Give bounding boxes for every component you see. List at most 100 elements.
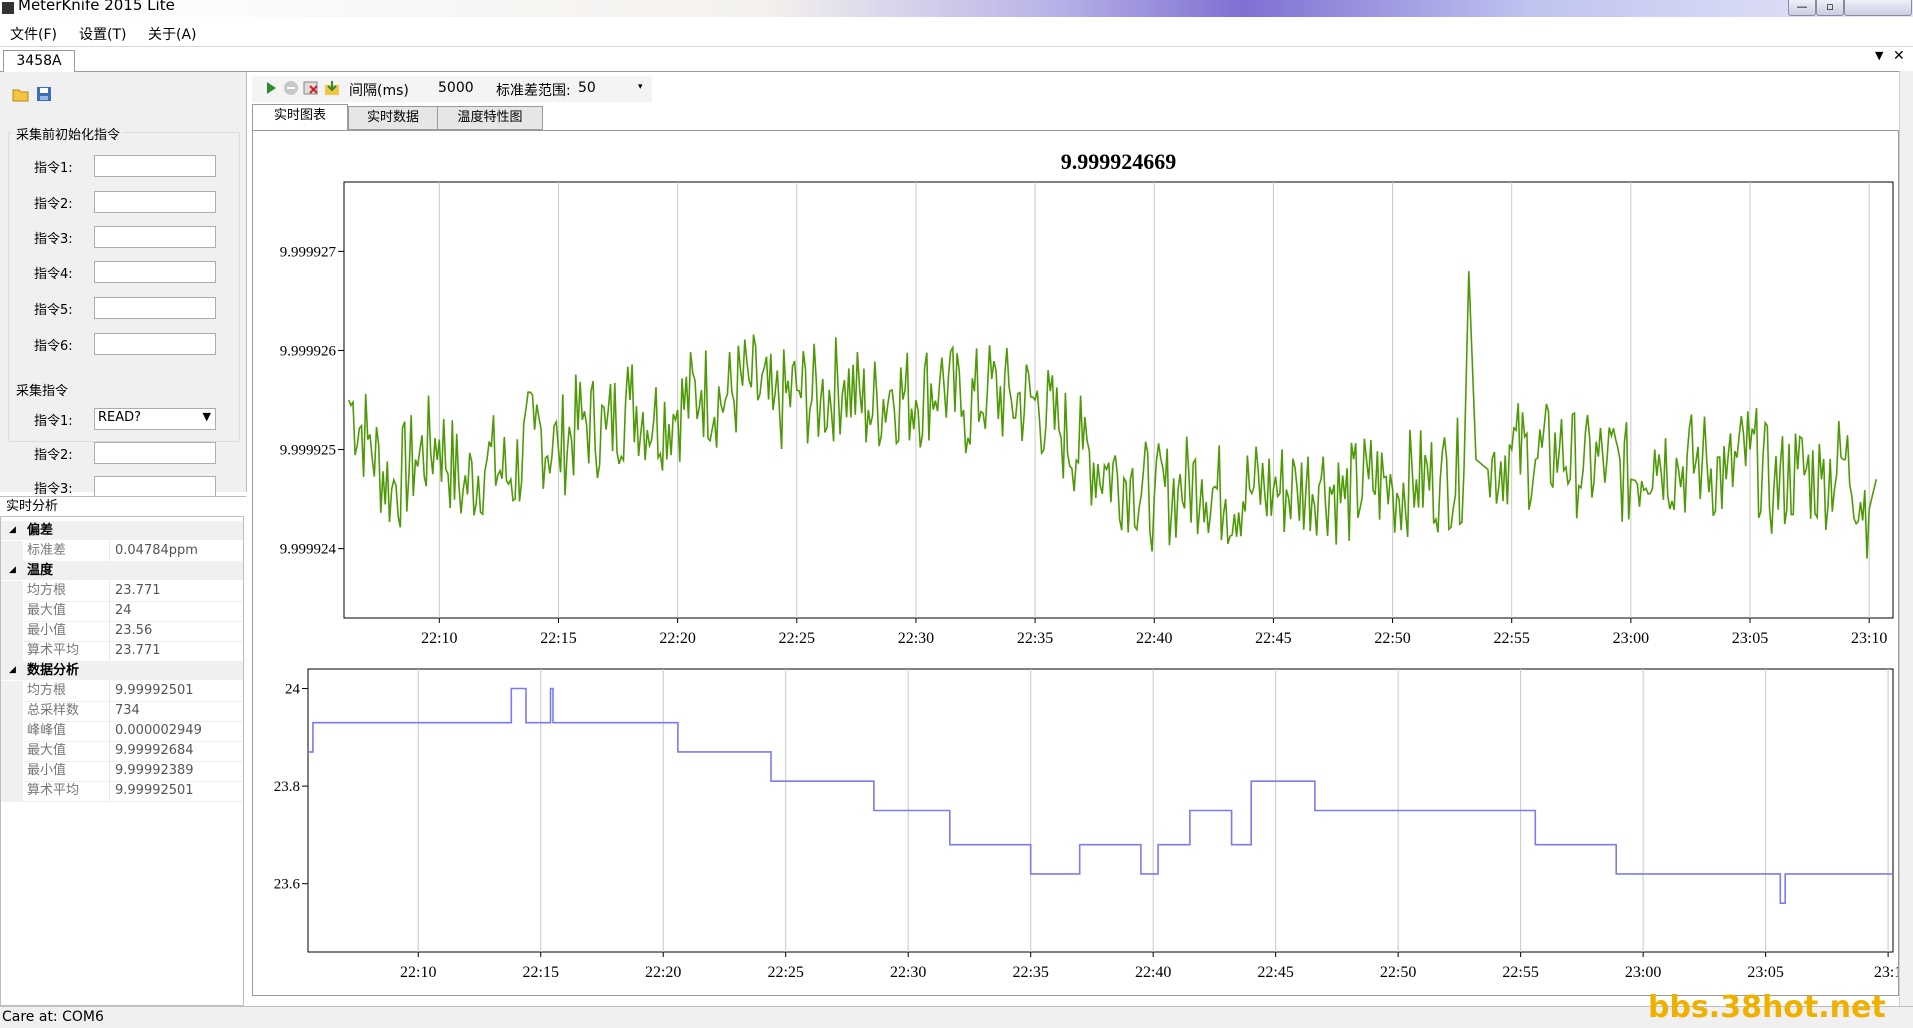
menu-file[interactable]: 文件(F) — [10, 24, 57, 44]
play-icon[interactable] — [263, 80, 279, 96]
column-separator — [109, 601, 110, 621]
save-icon[interactable] — [36, 86, 52, 102]
command-label: 指令3: — [34, 482, 73, 497]
command-label: 指令6: — [34, 339, 73, 354]
x-tick-label: 22:30 — [898, 630, 934, 647]
x-tick-label: 22:10 — [400, 964, 436, 981]
column-separator — [109, 761, 110, 781]
x-tick-label: 22:20 — [645, 964, 681, 981]
command-panel: 采集前初始化指令 采集指令 指令1: 指令2: 指令3: 指令4: 指令5: 指令6: 指令… — [0, 72, 247, 498]
analysis-row: 均方根 9.99992501 — [1, 681, 243, 702]
close-button[interactable] — [1844, 0, 1912, 16]
command-input[interactable] — [94, 155, 216, 177]
analysis-value: 23.771 — [115, 583, 161, 598]
command-input[interactable] — [94, 191, 216, 213]
row-gutter — [1, 681, 23, 701]
analysis-row: 最小值 23.56 — [1, 621, 243, 642]
x-tick-label: 23:00 — [1613, 630, 1649, 647]
plot-frame — [307, 668, 1894, 953]
column-separator — [109, 741, 110, 761]
export-icon[interactable] — [324, 80, 340, 96]
document-tab-3458a[interactable]: 3458A — [3, 50, 75, 72]
command-input[interactable] — [94, 297, 216, 319]
tab-temperature-chart[interactable]: 温度特性图 — [437, 106, 543, 130]
stop-icon[interactable] — [283, 80, 299, 96]
interval-label: 间隔(ms) — [349, 83, 409, 99]
std-range-value: 50 — [578, 80, 596, 96]
std-range-label: 标准差范围: — [496, 83, 571, 99]
status-text: Care at: COM6 — [2, 1009, 104, 1025]
row-gutter — [1, 541, 23, 561]
tab-list-dropdown-icon[interactable]: ▼ — [1875, 49, 1883, 62]
menu-settings[interactable]: 设置(T) — [79, 24, 126, 44]
row-gutter — [1, 641, 23, 661]
x-tick-label: 22:50 — [1380, 964, 1416, 981]
x-tick-label: 22:40 — [1136, 630, 1172, 647]
y-tick-label: 23.8 — [274, 779, 300, 795]
column-separator — [109, 541, 110, 561]
window-title: MeterKnife 2015 Lite — [18, 0, 175, 14]
std-range-select[interactable]: 50 ▾ — [578, 78, 650, 98]
maximize-button[interactable]: ▫ — [1816, 0, 1844, 16]
tab-realtime-chart[interactable]: 实时图表 — [252, 104, 348, 131]
right-scrollbar[interactable] — [1899, 71, 1913, 1006]
analysis-key: 均方根 — [27, 583, 67, 598]
command-input[interactable] — [94, 333, 216, 355]
command-label: 指令3: — [34, 232, 73, 247]
analysis-key: 算术平均 — [27, 643, 80, 658]
tab-realtime-data[interactable]: 实时数据 — [348, 106, 438, 130]
analysis-category-label: 温度 — [27, 563, 54, 578]
open-folder-icon[interactable] — [12, 86, 30, 102]
menu-about[interactable]: 关于(A) — [148, 24, 197, 44]
analysis-category-label: 数据分析 — [27, 663, 80, 678]
x-tick-label: 22:50 — [1374, 630, 1410, 647]
y-tick-label: 24 — [285, 682, 301, 698]
command-input[interactable] — [94, 261, 216, 283]
analysis-key: 最大值 — [27, 603, 67, 618]
analysis-key: 总采样数 — [27, 703, 80, 718]
y-tick-label: 9.999924 — [280, 542, 337, 558]
analysis-category[interactable]: ◢ 偏差 — [1, 521, 243, 540]
y-tick-label: 23.6 — [274, 877, 301, 893]
x-tick-label: 23:1 — [1874, 964, 1898, 981]
analysis-row: 算术平均 23.771 — [1, 641, 243, 662]
analysis-property-grid: ◢ 偏差 标准差 0.04784ppm ◢ 温度 均方根 23.771 最大值 24 最小值 23.5… — [0, 516, 244, 1006]
menu-bar: 文件(F) 设置(T) 关于(A) — [0, 18, 1913, 47]
row-gutter — [1, 761, 23, 781]
collapse-triangle-icon[interactable]: ◢ — [9, 661, 16, 680]
x-tick-label: 22:10 — [421, 630, 457, 647]
collapse-triangle-icon[interactable]: ◢ — [9, 561, 16, 580]
status-bar: Care at: COM6 — [0, 1006, 1913, 1028]
command-label: 指令1: — [34, 161, 73, 176]
column-separator — [109, 641, 110, 661]
analysis-key: 均方根 — [27, 683, 67, 698]
y-tick-label: 9.999925 — [280, 443, 336, 459]
clear-data-icon[interactable] — [303, 80, 319, 96]
command-input[interactable] — [94, 226, 216, 248]
x-tick-label: 22:20 — [659, 630, 695, 647]
analysis-value: 23.56 — [115, 623, 153, 638]
y-tick-label: 9.999926 — [280, 343, 337, 359]
collapse-triangle-icon[interactable]: ◢ — [9, 521, 16, 540]
column-separator — [109, 781, 110, 801]
watermark: bbs.38hot.net — [1648, 990, 1886, 1025]
analysis-value: 0.000002949 — [115, 723, 202, 738]
row-gutter — [1, 741, 23, 761]
command-select[interactable]: READ? ▼ — [94, 408, 216, 430]
command-input[interactable] — [94, 442, 216, 464]
view-tabs: 实时数据 温度特性图 实时图表 — [252, 104, 1912, 131]
minimize-button[interactable]: — — [1788, 0, 1816, 16]
command-input[interactable] — [94, 476, 216, 498]
x-tick-label: 22:25 — [779, 630, 815, 647]
document-tab-strip: 3458A ▼ ✕ — [0, 47, 1913, 72]
analysis-category[interactable]: ◢ 数据分析 — [1, 661, 243, 680]
close-tab-icon[interactable]: ✕ — [1893, 48, 1905, 64]
analysis-row: 总采样数 734 — [1, 701, 243, 722]
x-tick-label: 22:55 — [1493, 630, 1529, 647]
title-bar: MeterKnife 2015 Lite — ▫ — [0, 0, 1913, 17]
charts-svg: 9.999924669 22:10 22:15 22:20 22:25 22:30 22:3… — [274, 149, 1898, 981]
analysis-category[interactable]: ◢ 温度 — [1, 561, 243, 580]
interval-input[interactable]: 5000 — [438, 80, 482, 96]
row-gutter — [1, 621, 23, 641]
chart-area: 9.999924669 22:10 22:15 22:20 22:25 22:30 22:3… — [252, 130, 1899, 996]
